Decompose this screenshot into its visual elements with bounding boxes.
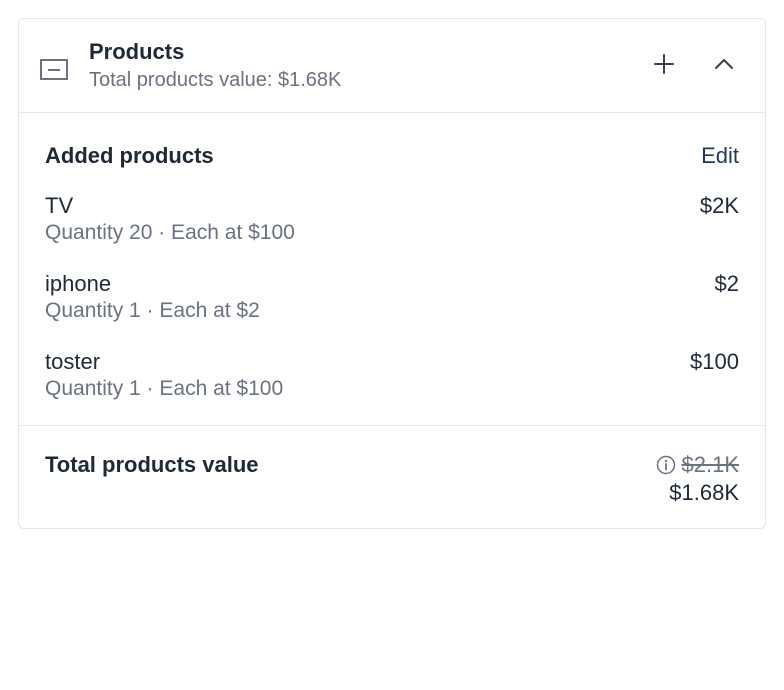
edit-button[interactable]: Edit	[701, 143, 739, 169]
header-subtitle: Total products value: $1.68K	[89, 69, 649, 92]
total-label: Total products value	[45, 452, 259, 478]
list-item: toster Quantity 1 · Each at $100 $100	[45, 349, 739, 401]
collapse-button[interactable]	[709, 53, 739, 78]
card-body: Added products Edit TV Quantity 20 · Eac…	[19, 113, 765, 426]
original-total-row: $2.1K	[656, 452, 740, 478]
product-price: $2	[715, 271, 739, 297]
product-meta: Quantity 1 · Each at $2	[45, 299, 260, 323]
section-header: Added products Edit	[45, 143, 739, 169]
list-item: iphone Quantity 1 · Each at $2 $2	[45, 271, 739, 323]
card-footer: Total products value $2.1K $1.68K	[19, 426, 765, 528]
product-info: toster Quantity 1 · Each at $100	[45, 349, 283, 401]
product-price: $2K	[700, 193, 739, 219]
product-info: TV Quantity 20 · Each at $100	[45, 193, 295, 245]
products-icon	[39, 54, 69, 84]
product-info: iphone Quantity 1 · Each at $2	[45, 271, 260, 323]
product-name: TV	[45, 193, 295, 219]
products-card: Products Total products value: $1.68K	[18, 18, 766, 529]
product-price: $100	[690, 349, 739, 375]
total-values: $2.1K $1.68K	[656, 452, 740, 506]
product-name: toster	[45, 349, 283, 375]
add-button[interactable]	[649, 49, 679, 82]
info-icon[interactable]	[656, 455, 676, 475]
original-total-value: $2.1K	[682, 452, 740, 478]
product-meta: Quantity 1 · Each at $100	[45, 377, 283, 401]
added-products-title: Added products	[45, 143, 214, 169]
product-meta: Quantity 20 · Each at $100	[45, 221, 295, 245]
header-actions	[649, 49, 739, 82]
list-item: TV Quantity 20 · Each at $100 $2K	[45, 193, 739, 245]
header-title: Products	[89, 39, 649, 65]
card-header: Products Total products value: $1.68K	[19, 19, 765, 113]
plus-icon	[653, 53, 675, 78]
product-name: iphone	[45, 271, 260, 297]
chevron-up-icon	[713, 57, 735, 74]
header-titles: Products Total products value: $1.68K	[89, 39, 649, 92]
current-total-value: $1.68K	[669, 480, 739, 506]
